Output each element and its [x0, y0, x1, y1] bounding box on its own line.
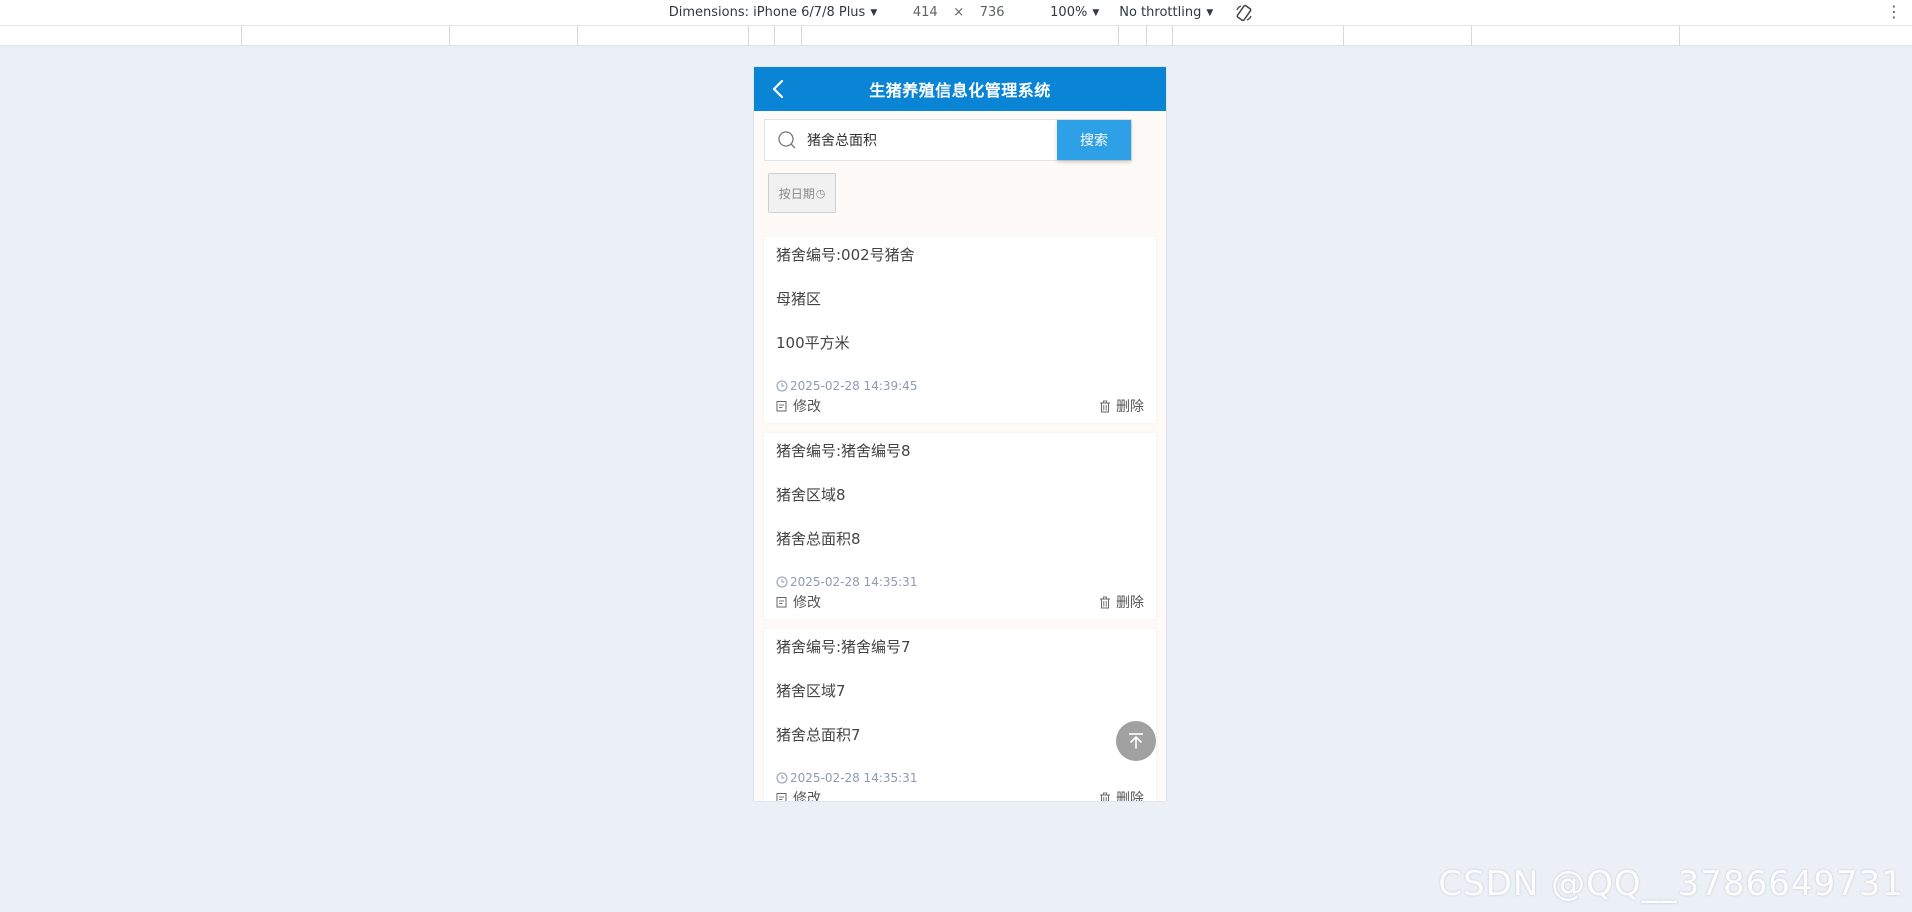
record-time: 2025-02-28 14:39:45	[776, 377, 1144, 395]
ruler-tick	[801, 26, 802, 46]
edit-button[interactable]: 修改	[776, 788, 821, 802]
trash-icon	[1100, 596, 1110, 608]
page-title: 生猪养殖信息化管理系统	[869, 81, 1051, 100]
ruler-tick	[1343, 26, 1344, 46]
record-code: 猪舍编号:002号猪舍	[776, 246, 915, 264]
width-input[interactable]: 414	[901, 5, 949, 20]
list-item: 猪舍编号:猪舍编号7 猪舍区域7 猪舍总面积7 2025-02-28 14:35…	[764, 629, 1156, 802]
delete-button[interactable]: 删除	[1099, 592, 1144, 612]
record-actions: 修改 删除	[776, 591, 1144, 613]
edit-label: 修改	[793, 399, 821, 415]
ruler-tick	[774, 26, 775, 46]
main-content: 搜索 按日期 ◷ 猪舍编号:002号猪舍 母猪区 100平方米 2025-02-…	[754, 111, 1166, 802]
trash-icon	[1100, 400, 1110, 412]
search-bar: 搜索	[764, 119, 1132, 161]
back-button[interactable]	[764, 75, 792, 103]
app-header: 生猪养殖信息化管理系统	[754, 67, 1166, 111]
record-time-text: 2025-02-28 14:39:45	[790, 379, 918, 393]
back-to-top-button[interactable]	[1116, 721, 1156, 761]
zoom-select[interactable]: 100% ▼	[1050, 5, 1099, 20]
delete-label: 删除	[1116, 595, 1144, 611]
search-button[interactable]: 搜索	[1057, 120, 1131, 160]
height-input[interactable]: 736	[968, 5, 1016, 20]
record-actions: 修改 删除	[776, 787, 1144, 802]
search-input[interactable]	[807, 132, 1037, 148]
caret-down-icon: ▼	[1092, 7, 1100, 18]
times-sign: ×	[953, 5, 965, 20]
ruler-tick	[577, 26, 578, 46]
record-code: 猪舍编号:猪舍编号8	[776, 442, 911, 460]
ruler-tick	[449, 26, 450, 46]
clock-icon: ◷	[815, 186, 826, 200]
edit-label: 修改	[793, 595, 821, 611]
clock-icon	[776, 380, 788, 392]
search-field	[765, 120, 1057, 160]
search-icon	[778, 131, 796, 149]
throttle-label: No throttling	[1119, 5, 1202, 20]
device-label: Dimensions: iPhone 6/7/8 Plus	[668, 5, 866, 20]
record-list: 猪舍编号:002号猪舍 母猪区 100平方米 2025-02-28 14:39:…	[764, 237, 1156, 802]
delete-button[interactable]: 删除	[1099, 396, 1144, 416]
record-time-text: 2025-02-28 14:35:31	[790, 771, 918, 785]
delete-label: 删除	[1116, 791, 1144, 802]
list-item: 猪舍编号:002号猪舍 母猪区 100平方米 2025-02-28 14:39:…	[764, 237, 1156, 423]
ruler-tick	[1172, 26, 1173, 46]
kebab-menu-icon[interactable]: ⋮	[1886, 3, 1902, 21]
date-filter-button[interactable]: 按日期 ◷	[768, 173, 836, 213]
record-size: 猪舍总面积7	[776, 726, 861, 744]
caret-down-icon: ▼	[1206, 7, 1214, 18]
ruler-tick	[241, 26, 242, 46]
record-time-text: 2025-02-28 14:35:31	[790, 575, 918, 589]
edit-icon	[776, 597, 787, 608]
edit-icon	[776, 793, 787, 801]
trash-icon	[1100, 792, 1110, 801]
date-filter-label: 按日期	[778, 186, 815, 201]
ruler-tick	[1118, 26, 1119, 46]
media-query-ruler	[0, 26, 1912, 46]
ruler-tick	[1471, 26, 1472, 46]
record-size: 猪舍总面积8	[776, 530, 861, 548]
record-size: 100平方米	[776, 334, 850, 352]
record-time: 2025-02-28 14:35:31	[776, 573, 1144, 591]
record-area: 母猪区	[776, 290, 822, 308]
edit-icon	[776, 401, 787, 412]
edit-button[interactable]: 修改	[776, 592, 821, 612]
device-select[interactable]: Dimensions: iPhone 6/7/8 Plus ▼	[669, 5, 878, 20]
zoom-label: 100%	[1050, 5, 1088, 20]
list-item: 猪舍编号:猪舍编号8 猪舍区域8 猪舍总面积8 2025-02-28 14:35…	[764, 433, 1156, 619]
clock-icon	[776, 772, 788, 784]
edit-label: 修改	[793, 791, 821, 802]
record-actions: 修改 删除	[776, 395, 1144, 417]
edit-button[interactable]: 修改	[776, 396, 821, 416]
clock-icon	[776, 576, 788, 588]
caret-down-icon: ▼	[870, 7, 878, 18]
watermark: CSDN @QQ__3786649731	[1438, 864, 1904, 904]
phone-viewport: 生猪养殖信息化管理系统 搜索 按日期 ◷ 猪舍编号:002号猪舍 母猪区 100…	[753, 66, 1167, 802]
ruler-tick	[1679, 26, 1680, 46]
record-time: 2025-02-28 14:35:31	[776, 769, 1144, 787]
ruler-tick	[1146, 26, 1147, 46]
ruler-tick	[748, 26, 749, 46]
rotate-icon[interactable]	[1235, 4, 1253, 22]
devtools-toolbar: Dimensions: iPhone 6/7/8 Plus ▼ 414 × 73…	[0, 0, 1912, 26]
delete-label: 删除	[1116, 399, 1144, 415]
record-area: 猪舍区域8	[776, 486, 846, 504]
chevron-left-icon	[772, 79, 784, 99]
delete-button[interactable]: 删除	[1099, 788, 1144, 802]
throttle-select[interactable]: No throttling ▼	[1119, 5, 1213, 20]
arrow-up-icon	[1129, 733, 1143, 749]
record-code: 猪舍编号:猪舍编号7	[776, 638, 911, 656]
record-area: 猪舍区域7	[776, 682, 846, 700]
